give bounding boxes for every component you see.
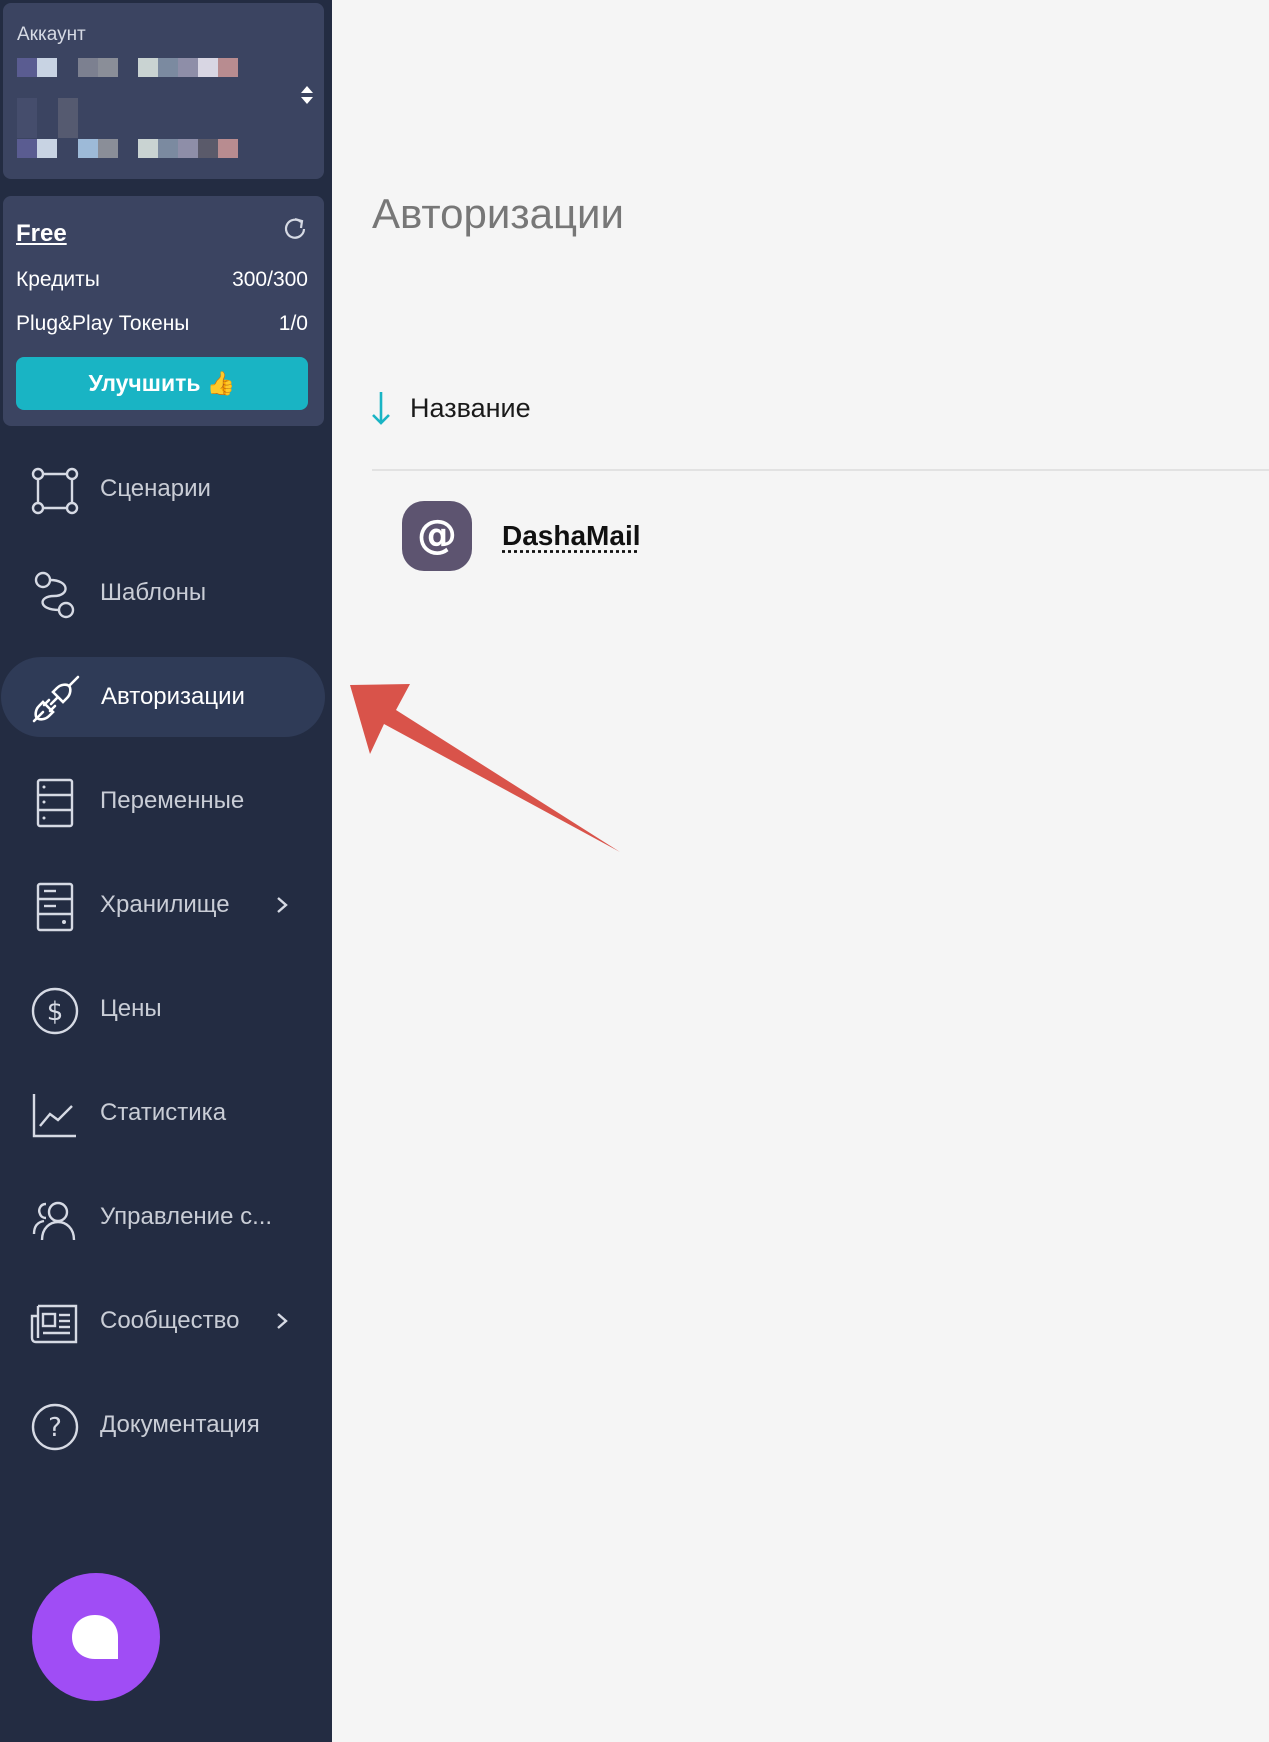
sidebar-item-label: Управление с... <box>100 1203 273 1230</box>
chevron-right-icon <box>277 897 288 913</box>
account-switcher[interactable]: Аккаунт <box>3 3 324 179</box>
refresh-icon[interactable] <box>280 214 310 244</box>
sidebar-item-label: Хранилище <box>100 891 230 918</box>
variables-icon <box>36 778 74 828</box>
sort-label: Название <box>410 392 531 423</box>
sidebar-item-label: Авторизации <box>101 683 245 710</box>
help-icon: ? <box>31 1403 79 1451</box>
arrow-down-icon <box>372 392 390 425</box>
storage-icon <box>36 882 74 932</box>
sidebar-item-label: Сценарии <box>100 475 211 502</box>
divider <box>372 469 1269 471</box>
sidebar-item-docs[interactable]: ? Документация <box>0 1385 325 1465</box>
svg-text:$: $ <box>47 997 64 1027</box>
credits-value: 300/300 <box>232 268 308 291</box>
sidebar-item-team[interactable]: Управление с... <box>0 1177 325 1257</box>
news-icon <box>30 1304 78 1344</box>
plan-name-link[interactable]: Free <box>16 220 67 248</box>
sidebar-item-templates[interactable]: Шаблоны <box>0 553 325 633</box>
list-item[interactable]: @ DashaMail <box>402 501 641 571</box>
chevron-right-icon <box>277 1313 288 1329</box>
sidebar-item-authorizations[interactable]: Авторизации <box>1 657 325 737</box>
svg-text:?: ? <box>48 1413 62 1443</box>
sidebar-item-storage[interactable]: Хранилище <box>0 865 325 945</box>
sidebar: Аккаунт Free Кредиты 300/300 Plug&Play Т… <box>0 0 332 1742</box>
dollar-icon: $ <box>31 987 79 1035</box>
sort-updown-icon[interactable] <box>300 83 314 107</box>
sidebar-item-label: Документация <box>100 1411 260 1438</box>
at-sign-icon: @ <box>417 512 457 558</box>
plan-card: Free Кредиты 300/300 Plug&Play Токены 1/… <box>3 196 324 426</box>
tokens-label: Plug&Play Токены <box>16 312 190 335</box>
app-name-link[interactable]: DashaMail <box>502 520 641 552</box>
sort-by-name-header[interactable]: Название <box>370 390 531 426</box>
scenarios-icon <box>31 467 79 515</box>
credits-label: Кредиты <box>16 268 100 291</box>
svg-text:@: @ <box>417 512 457 558</box>
users-icon <box>32 1201 76 1241</box>
sidebar-item-label: Переменные <box>100 787 245 814</box>
chart-icon <box>32 1094 76 1138</box>
sidebar-item-variables[interactable]: Переменные <box>0 761 325 841</box>
plug-icon <box>32 675 80 723</box>
app-logo: @ <box>402 501 472 571</box>
page-title: Авторизации <box>372 190 624 237</box>
sidebar-item-scenarios[interactable]: Сценарии <box>0 449 325 529</box>
chat-icon <box>72 1615 118 1659</box>
annotation-arrow-icon <box>350 684 620 852</box>
sidebar-item-label: Сообщество <box>100 1307 240 1334</box>
sidebar-item-pricing[interactable]: $ Цены <box>0 969 325 1049</box>
templates-icon <box>34 571 75 619</box>
sidebar-item-label: Шаблоны <box>100 579 207 606</box>
sidebar-item-label: Цены <box>100 995 162 1022</box>
tokens-value: 1/0 <box>278 312 308 335</box>
sidebar-item-statistics[interactable]: Статистика <box>0 1073 325 1153</box>
chat-widget-button[interactable] <box>32 1573 160 1701</box>
sidebar-item-community[interactable]: Сообщество <box>0 1281 325 1361</box>
upgrade-button[interactable]: Улучшить 👍 <box>16 357 308 410</box>
account-label: Аккаунт <box>17 24 86 45</box>
sidebar-item-label: Статистика <box>100 1099 227 1126</box>
